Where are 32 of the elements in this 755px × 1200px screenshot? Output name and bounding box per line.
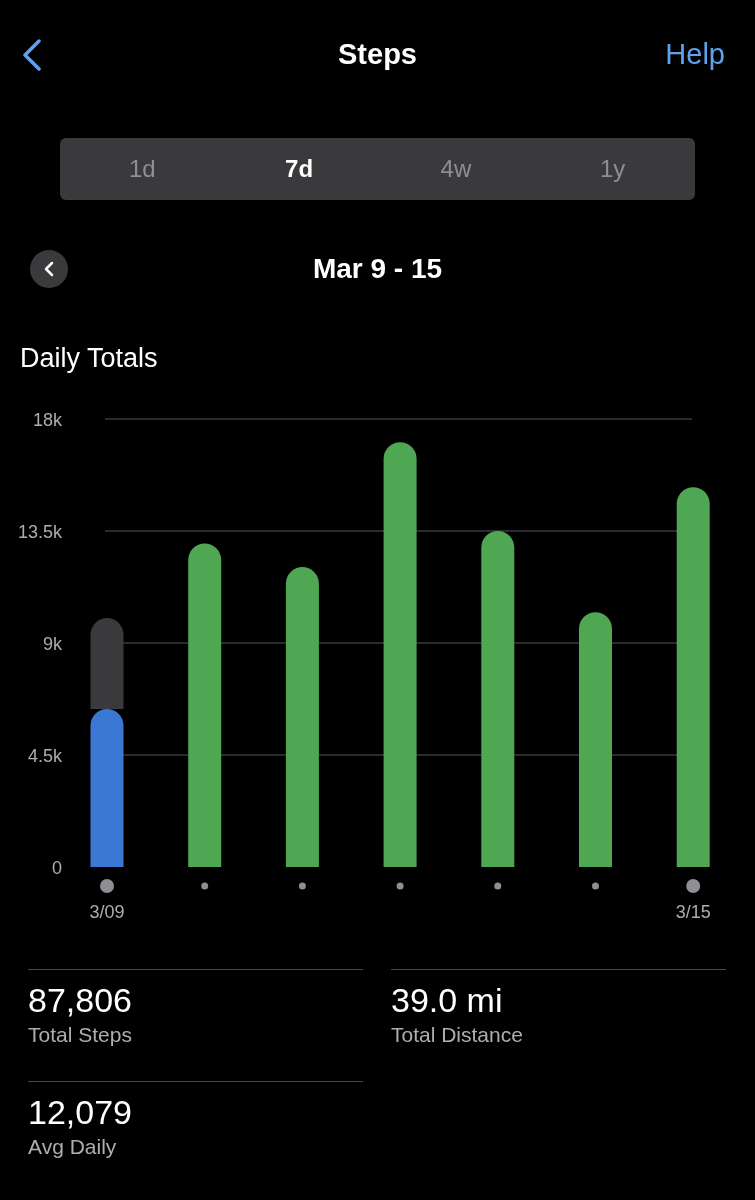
back-chevron-icon bbox=[22, 39, 42, 71]
help-link[interactable]: Help bbox=[665, 33, 725, 77]
day-dot bbox=[686, 878, 701, 893]
period-tab[interactable]: 7d bbox=[220, 142, 378, 196]
stat-label: Total Steps bbox=[28, 1021, 133, 1048]
stat-value: 12,079 bbox=[28, 1093, 133, 1131]
period-tab[interactable]: 1d bbox=[64, 142, 221, 196]
y-axis-label: 4.5k bbox=[27, 745, 62, 766]
section-title: Daily Totals bbox=[19, 342, 159, 375]
y-axis-label: 13.5k bbox=[17, 521, 62, 542]
period-tab[interactable]: 4w bbox=[377, 142, 535, 196]
chevron-left-icon bbox=[44, 261, 54, 277]
x-axis-label: 3/15 bbox=[675, 901, 711, 922]
day-dot bbox=[100, 878, 114, 893]
date-range: Mar 9 - 15 bbox=[312, 252, 443, 286]
stat-label: Total Distance bbox=[391, 1021, 524, 1048]
y-axis-label: 9k bbox=[43, 633, 62, 654]
period-tab[interactable]: 1y bbox=[534, 142, 691, 196]
day-dot bbox=[396, 882, 404, 889]
stat-label: Avg Daily bbox=[28, 1133, 118, 1160]
stat-value: 87,806 bbox=[28, 981, 133, 1019]
day-dot bbox=[298, 882, 306, 889]
day-dot bbox=[494, 882, 502, 889]
day-dot bbox=[201, 882, 209, 889]
x-axis-label: 3/09 bbox=[89, 901, 125, 922]
back-button[interactable] bbox=[22, 39, 42, 71]
previous-week-button[interactable] bbox=[30, 250, 68, 288]
y-axis-label: 0 bbox=[52, 857, 62, 878]
stat-value: 39.0 mi bbox=[391, 981, 504, 1019]
y-axis-label: 18k bbox=[32, 409, 62, 430]
day-dot bbox=[592, 882, 599, 889]
screen-title: Steps bbox=[338, 37, 417, 73]
